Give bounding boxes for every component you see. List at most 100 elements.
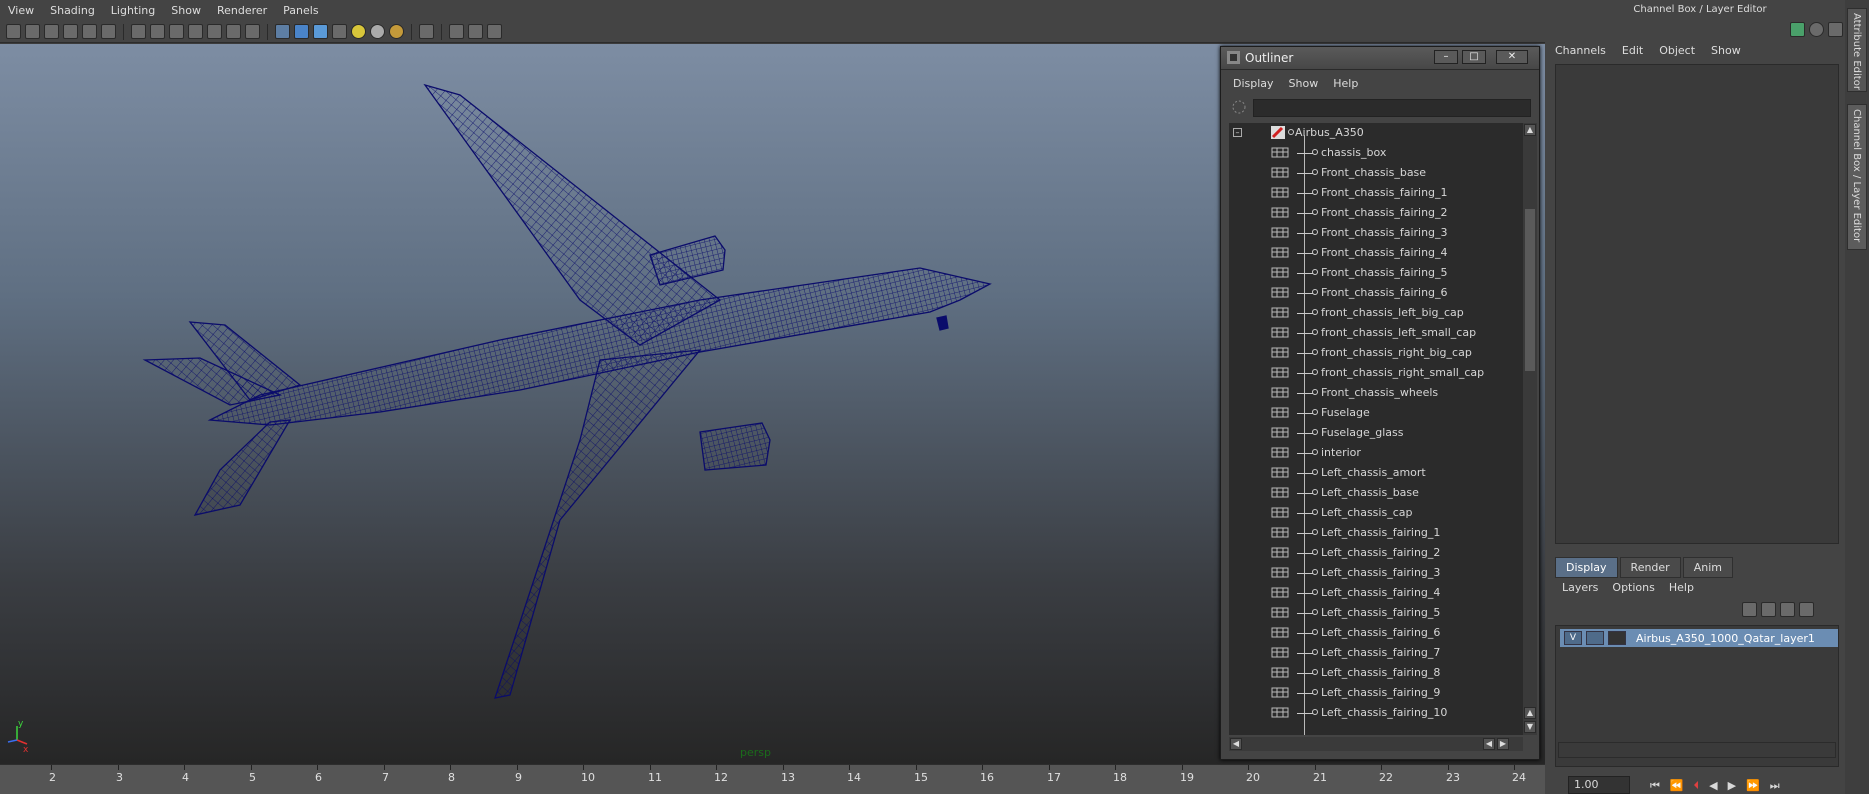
wireframe-icon[interactable] — [275, 24, 290, 39]
tree-row[interactable]: Left_chassis_fairing_8 — [1229, 663, 1523, 683]
collapse-toggle[interactable]: – — [1233, 128, 1242, 137]
textured-icon[interactable] — [332, 24, 347, 39]
tree-row[interactable]: Left_chassis_cap — [1229, 503, 1523, 523]
go-to-end-icon[interactable]: ⏭ — [1770, 779, 1780, 793]
xray-joints-icon[interactable] — [468, 24, 483, 39]
grease-pencil-icon[interactable] — [101, 24, 116, 39]
tree-root-row[interactable]: – Airbus_A350 — [1229, 123, 1523, 143]
menu-lighting[interactable]: Lighting — [103, 0, 163, 21]
menu-display[interactable]: Display — [1233, 77, 1274, 90]
layer-editor-icon[interactable] — [1809, 22, 1824, 37]
scroll-left-icon[interactable]: ◀ — [1230, 738, 1242, 750]
scroll-up-icon[interactable]: ▲ — [1524, 124, 1536, 136]
outliner-scroll-thumb[interactable] — [1525, 209, 1535, 371]
xray-components-icon[interactable] — [487, 24, 502, 39]
menu-object[interactable]: Object — [1659, 44, 1695, 57]
bookmarks-icon[interactable] — [44, 24, 59, 39]
tree-row[interactable]: interior — [1229, 443, 1523, 463]
current-frame-field[interactable]: 1.00 — [1568, 776, 1630, 794]
outliner-titlebar[interactable]: Outliner – □ ✕ — [1221, 47, 1539, 70]
layer-move-up-icon[interactable] — [1742, 602, 1757, 617]
tree-row[interactable]: front_chassis_left_big_cap — [1229, 303, 1523, 323]
layer-playback-toggle[interactable] — [1586, 631, 1604, 645]
tree-row[interactable]: Left_chassis_fairing_10 — [1229, 703, 1523, 723]
channel-box-tab[interactable]: Channel Box / Layer Editor — [1847, 104, 1867, 250]
play-backwards-icon[interactable]: ◀ — [1709, 779, 1717, 793]
menu-help-layers[interactable]: Help — [1669, 581, 1694, 594]
menu-layers[interactable]: Layers — [1562, 581, 1598, 594]
tree-row[interactable]: Front_chassis_base — [1229, 163, 1523, 183]
use-all-lights-icon[interactable] — [351, 24, 366, 39]
tool-settings-icon[interactable] — [1828, 22, 1843, 37]
scroll-down-icon[interactable]: ▼ — [1524, 721, 1536, 733]
attribute-editor-tab[interactable]: Attribute Editor — [1847, 8, 1867, 92]
layer-horizontal-scrollbar[interactable] — [1558, 742, 1836, 758]
tree-row[interactable]: Left_chassis_fairing_3 — [1229, 563, 1523, 583]
menu-show[interactable]: Show — [163, 0, 209, 21]
tree-row[interactable]: Front_chassis_fairing_2 — [1229, 203, 1523, 223]
menu-show-outliner[interactable]: Show — [1289, 77, 1319, 90]
tree-row[interactable]: Front_chassis_fairing_3 — [1229, 223, 1523, 243]
tree-row[interactable]: front_chassis_right_small_cap — [1229, 363, 1523, 383]
tree-row[interactable]: Front_chassis_fairing_6 — [1229, 283, 1523, 303]
tree-row[interactable]: Left_chassis_fairing_1 — [1229, 523, 1523, 543]
scroll-right-stop-icon[interactable]: ◀ — [1483, 738, 1495, 750]
wireframe-on-shaded-icon[interactable] — [313, 24, 328, 39]
select-camera-icon[interactable] — [6, 24, 21, 39]
new-layer-selected-icon[interactable] — [1799, 602, 1814, 617]
tree-row[interactable]: Front_chassis_wheels — [1229, 383, 1523, 403]
menu-renderer[interactable]: Renderer — [209, 0, 275, 21]
scroll-right-icon[interactable]: ▶ — [1497, 738, 1509, 750]
xray-icon[interactable] — [449, 24, 464, 39]
minimize-button[interactable]: – — [1434, 50, 1458, 64]
outliner-horizontal-scrollbar[interactable]: ◀ ◀ ▶ — [1229, 737, 1523, 751]
layer-move-down-icon[interactable] — [1761, 602, 1776, 617]
menu-edit[interactable]: Edit — [1622, 44, 1643, 57]
new-layer-icon[interactable] — [1780, 602, 1795, 617]
tree-row[interactable]: Front_chassis_fairing_1 — [1229, 183, 1523, 203]
grid-icon[interactable] — [131, 24, 146, 39]
isolate-select-icon[interactable] — [419, 24, 434, 39]
tree-row[interactable]: Fuselage_glass — [1229, 423, 1523, 443]
2d-pan-zoom-icon[interactable] — [82, 24, 97, 39]
tree-row[interactable]: Left_chassis_fairing_4 — [1229, 583, 1523, 603]
tab-render[interactable]: Render — [1619, 557, 1681, 578]
tree-row[interactable]: Fuselage — [1229, 403, 1523, 423]
outliner-filter-input[interactable] — [1253, 99, 1531, 117]
outliner-window[interactable]: Outliner – □ ✕ Display Show Help – Airbu… — [1220, 46, 1540, 760]
tree-row[interactable]: Left_chassis_fairing_7 — [1229, 643, 1523, 663]
tab-display[interactable]: Display — [1555, 557, 1618, 578]
play-forwards-icon[interactable]: ▶ — [1728, 779, 1736, 793]
menu-help[interactable]: Help — [1333, 77, 1358, 90]
maximize-button[interactable]: □ — [1462, 50, 1486, 64]
tree-row[interactable]: Front_chassis_fairing_5 — [1229, 263, 1523, 283]
scroll-down-stop-icon[interactable]: ▲ — [1524, 707, 1536, 719]
film-gate-icon[interactable] — [150, 24, 165, 39]
filter-icon[interactable] — [1231, 99, 1247, 115]
menu-channels[interactable]: Channels — [1555, 44, 1606, 57]
go-to-start-icon[interactable]: ⏮ — [1650, 779, 1660, 793]
smooth-shade-icon[interactable] — [294, 24, 309, 39]
tree-row[interactable]: Left_chassis_fairing_9 — [1229, 683, 1523, 703]
time-slider[interactable]: 2 3 4 5 6 7 8 9 10 11 12 13 14 15 16 17 18 19 20 21 22 23 24 — [0, 764, 1545, 794]
tab-anim[interactable]: Anim — [1682, 557, 1733, 578]
close-button[interactable]: ✕ — [1496, 50, 1528, 64]
tree-row[interactable]: Front_chassis_fairing_4 — [1229, 243, 1523, 263]
shadows-icon[interactable] — [370, 24, 385, 39]
step-back-key-icon[interactable]: ⏪ — [1670, 779, 1684, 793]
tree-row[interactable]: Left_chassis_fairing_5 — [1229, 603, 1523, 623]
tree-row[interactable]: Left_chassis_base — [1229, 483, 1523, 503]
tree-row[interactable]: front_chassis_left_small_cap — [1229, 323, 1523, 343]
ambient-occlusion-icon[interactable] — [389, 24, 404, 39]
outliner-tree[interactable]: – Airbus_A350 chassis_box Front_chassis_b… — [1229, 123, 1523, 735]
tree-row[interactable]: Left_chassis_amort — [1229, 463, 1523, 483]
menu-show-cb[interactable]: Show — [1711, 44, 1741, 57]
channel-box-area[interactable] — [1555, 64, 1839, 544]
image-plane-icon[interactable] — [63, 24, 78, 39]
channel-box-icon[interactable] — [1790, 22, 1805, 37]
layer-color-swatch[interactable] — [1608, 631, 1626, 645]
menu-shading[interactable]: Shading — [42, 0, 103, 21]
step-forward-key-icon[interactable]: ⏩ — [1746, 779, 1760, 793]
menu-view[interactable]: View — [0, 0, 42, 21]
gate-mask-icon[interactable] — [188, 24, 203, 39]
